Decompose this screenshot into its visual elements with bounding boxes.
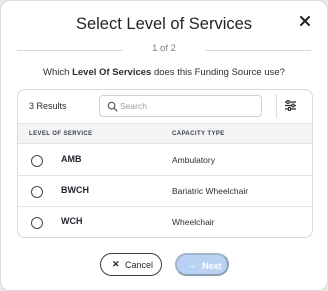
results-count: 3 Results: [29, 101, 67, 111]
capacity-type: Ambulatory: [172, 155, 215, 165]
question-suffix: does this Funding Source use?: [151, 67, 285, 78]
column-header-level-of-service[interactable]: LEVEL OF SERVICE: [29, 131, 93, 137]
select-level-of-services-dialog: Select Level of Services 1 of 2 Which Le…: [0, 0, 328, 291]
divider-right: [205, 50, 311, 51]
filter-sliders-icon[interactable]: [284, 99, 297, 112]
level-of-service-code: AMB: [61, 154, 82, 164]
column-header-capacity-type[interactable]: CAPACITY TYPE: [172, 131, 225, 137]
question-prefix: Which: [43, 67, 73, 78]
search-icon: [107, 101, 118, 112]
level-of-service-code: BWCH: [61, 185, 89, 195]
cancel-label: Cancel: [125, 260, 154, 270]
next-button[interactable]: → Next: [175, 253, 229, 276]
toolbar-divider: [276, 94, 277, 118]
question-emphasis: Level Of Services: [72, 67, 152, 78]
step-indicator: 1 of 2: [17, 43, 311, 57]
search-input[interactable]: [120, 98, 258, 114]
capacity-type: Wheelchair: [172, 217, 215, 227]
table-row[interactable]: AMB Ambulatory: [18, 145, 312, 176]
table-row[interactable]: WCH Wheelchair: [18, 207, 312, 237]
level-of-service-code: WCH: [61, 216, 83, 226]
step-text: 1 of 2: [152, 43, 176, 54]
close-icon: ✕: [112, 259, 120, 269]
close-icon[interactable]: [297, 13, 313, 29]
cancel-button[interactable]: ✕ Cancel: [100, 253, 162, 276]
row-radio[interactable]: [31, 217, 43, 229]
dialog-title: Select Level of Services: [75, 15, 253, 33]
next-label: Next: [202, 261, 222, 271]
row-radio[interactable]: [31, 155, 43, 167]
search-box[interactable]: [99, 95, 262, 117]
row-radio[interactable]: [31, 186, 43, 198]
arrow-right-icon: →: [187, 260, 196, 270]
capacity-type: Bariatric Wheelchair: [172, 186, 249, 196]
table-header: LEVEL OF SERVICE CAPACITY TYPE: [18, 123, 312, 144]
question-text: Which Level Of Services does this Fundin…: [1, 67, 327, 78]
services-table-card: 3 Results LEVEL OF SERVICE CAPACITY TYPE…: [17, 89, 313, 238]
table-row[interactable]: BWCH Bariatric Wheelchair: [18, 176, 312, 207]
